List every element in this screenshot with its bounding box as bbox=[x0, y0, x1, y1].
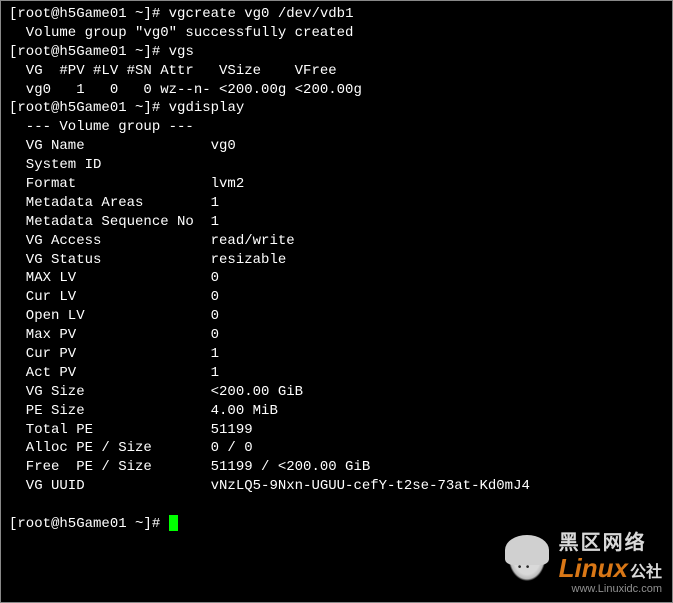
vgd-max-pv: Max PV 0 bbox=[9, 326, 664, 345]
shell-prompt: [root@h5Game01 ~]# bbox=[9, 44, 169, 60]
output-line: Volume group "vg0" successfully created bbox=[9, 24, 664, 43]
command-text: vgs bbox=[169, 44, 194, 60]
vgd-cur-lv: Cur LV 0 bbox=[9, 288, 664, 307]
vgd-vg-name: VG Name vg0 bbox=[9, 137, 664, 156]
vgs-header: VG #PV #LV #SN Attr VSize VFree bbox=[9, 62, 664, 81]
terminal-line[interactable]: [root@h5Game01 ~]# bbox=[9, 515, 664, 534]
vgd-free-pe: Free PE / Size 51199 / <200.00 GiB bbox=[9, 458, 664, 477]
terminal-line: [root@h5Game01 ~]# vgdisplay bbox=[9, 99, 664, 118]
command-text: vgdisplay bbox=[169, 100, 245, 116]
watermark-text: 黑区网络 Linux公社 www.Linuxidc.com bbox=[559, 530, 662, 597]
vgd-vg-size: VG Size <200.00 GiB bbox=[9, 383, 664, 402]
vgs-row: vg0 1 0 0 wz--n- <200.00g <200.00g bbox=[9, 81, 664, 100]
vgd-cur-pv: Cur PV 1 bbox=[9, 345, 664, 364]
vgd-metadata-areas: Metadata Areas 1 bbox=[9, 194, 664, 213]
vgd-act-pv: Act PV 1 bbox=[9, 364, 664, 383]
vgd-open-lv: Open LV 0 bbox=[9, 307, 664, 326]
vgd-vg-access: VG Access read/write bbox=[9, 232, 664, 251]
watermark-url: www.Linuxidc.com bbox=[559, 582, 662, 597]
vgd-max-lv: MAX LV 0 bbox=[9, 269, 664, 288]
vgd-alloc-pe: Alloc PE / Size 0 / 0 bbox=[9, 439, 664, 458]
vgd-system-id: System ID bbox=[9, 156, 664, 175]
watermark: 黑区网络 Linux公社 www.Linuxidc.com bbox=[503, 530, 662, 597]
vgd-pe-size: PE Size 4.00 MiB bbox=[9, 402, 664, 421]
watermark-cn: 黑区网络 bbox=[559, 530, 662, 557]
vgd-header: --- Volume group --- bbox=[9, 118, 664, 137]
watermark-brand: Linux公社 bbox=[559, 551, 662, 586]
command-text: vgcreate vg0 /dev/vdb1 bbox=[169, 6, 354, 22]
shell-prompt: [root@h5Game01 ~]# bbox=[9, 100, 169, 116]
vgd-metadata-seq: Metadata Sequence No 1 bbox=[9, 213, 664, 232]
shell-prompt: [root@h5Game01 ~]# bbox=[9, 516, 169, 532]
shell-prompt: [root@h5Game01 ~]# bbox=[9, 6, 169, 22]
blank-line bbox=[9, 496, 664, 515]
vgd-total-pe: Total PE 51199 bbox=[9, 421, 664, 440]
vgd-vg-uuid: VG UUID vNzLQ5-9Nxn-UGUU-cefY-t2se-73at-… bbox=[9, 477, 664, 496]
vgd-vg-status: VG Status resizable bbox=[9, 251, 664, 270]
terminal-line: [root@h5Game01 ~]# vgs bbox=[9, 43, 664, 62]
vgd-format: Format lvm2 bbox=[9, 175, 664, 194]
mushroom-icon bbox=[503, 540, 551, 588]
cursor-icon bbox=[169, 515, 178, 531]
terminal-line: [root@h5Game01 ~]# vgcreate vg0 /dev/vdb… bbox=[9, 5, 664, 24]
